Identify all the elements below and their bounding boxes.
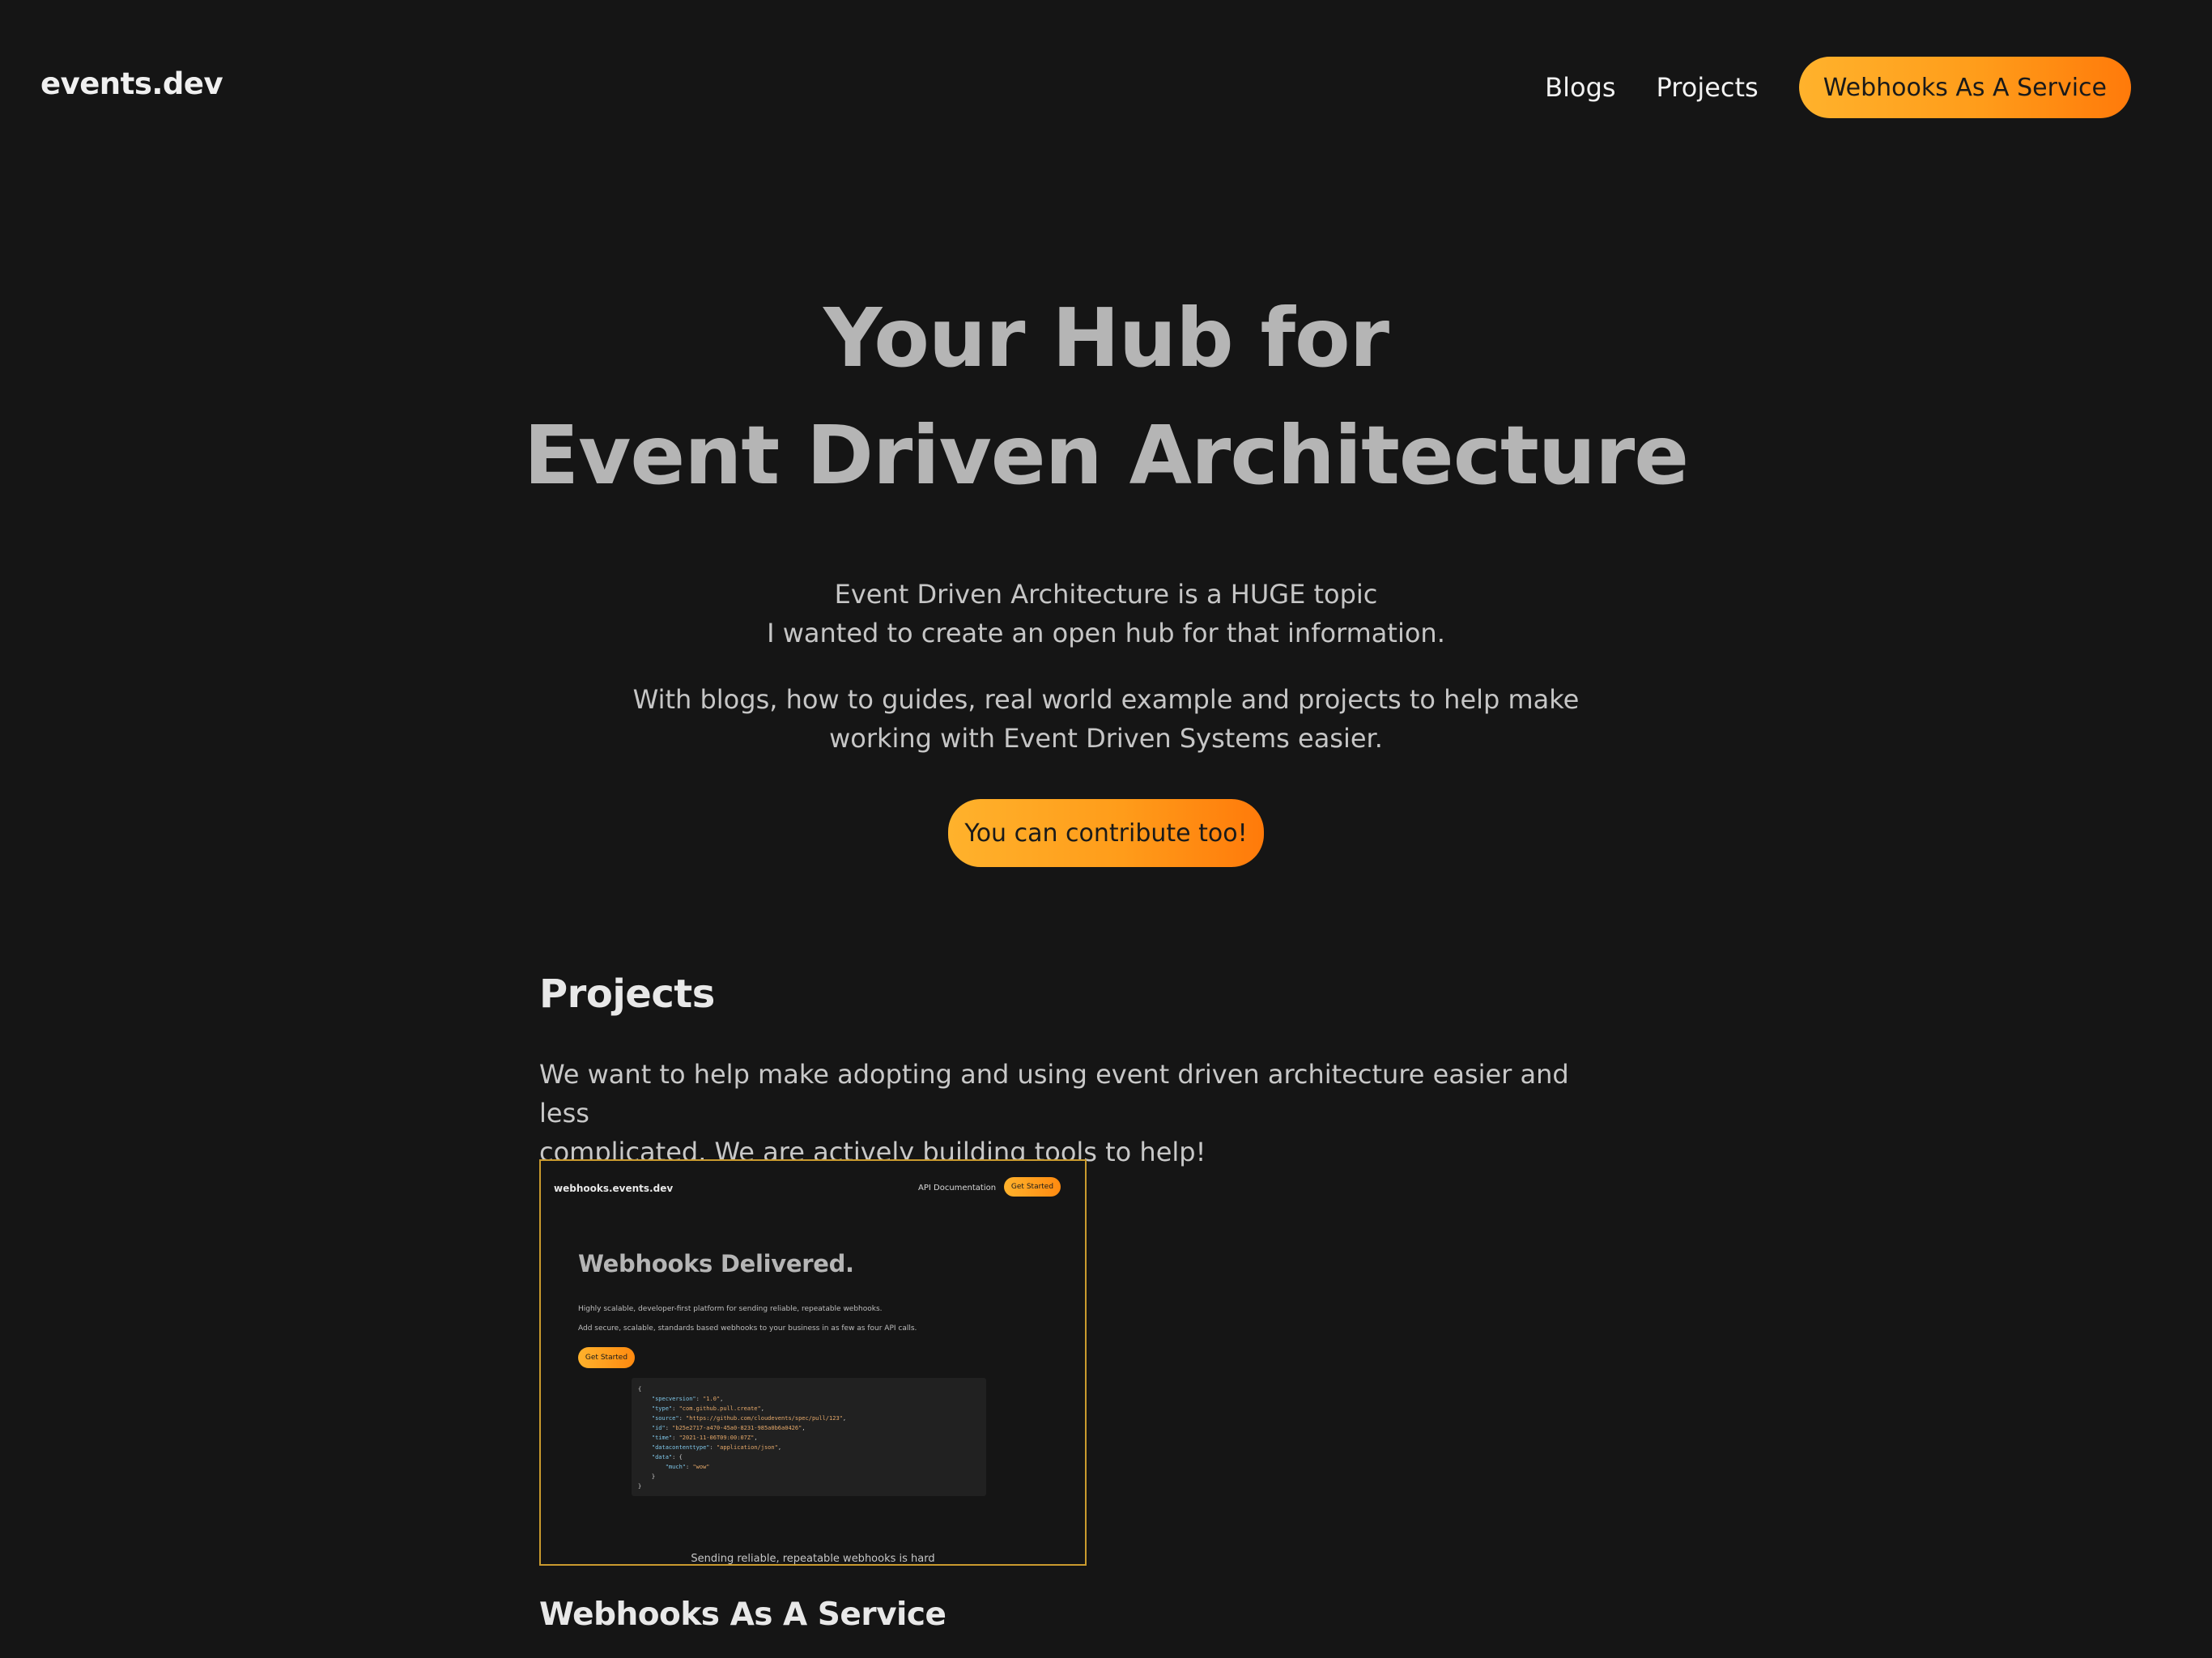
preview-get-started-button: Get Started bbox=[578, 1347, 635, 1368]
preview-footer-text: Sending reliable, repeatable webhooks is… bbox=[691, 1553, 935, 1565]
contribute-button[interactable]: You can contribute too! bbox=[948, 799, 1264, 867]
preview-text-2: Add secure, scalable, standards based we… bbox=[578, 1324, 917, 1333]
hero-title-line-1: Your Hub for bbox=[823, 291, 1389, 385]
projects-description-line-1: We want to help make adopting and using … bbox=[539, 1059, 1569, 1129]
hero-detail-line-1: With blogs, how to guides, real world ex… bbox=[632, 684, 1580, 715]
projects-description: We want to help make adopting and using … bbox=[539, 1055, 1624, 1171]
hero-detail-paragraph: With blogs, how to guides, real world ex… bbox=[0, 680, 2212, 758]
project-card-preview[interactable]: webhooks.events.dev API Documentation Ge… bbox=[539, 1159, 1087, 1566]
projects-heading: Projects bbox=[539, 971, 715, 1017]
preview-title: Webhooks Delivered. bbox=[578, 1250, 854, 1278]
hero-intro-line-1: Event Driven Architecture is a HUGE topi… bbox=[834, 579, 1378, 610]
preview-code-block: { "specversion": "1.0", "type": "com.git… bbox=[632, 1378, 986, 1496]
page: events.dev Blogs Projects Webhooks As A … bbox=[0, 0, 2212, 1658]
hero-intro-paragraph: Event Driven Architecture is a HUGE topi… bbox=[0, 575, 2212, 653]
webhooks-service-button[interactable]: Webhooks As A Service bbox=[1798, 57, 2131, 118]
hero-intro-line-2: I wanted to create an open hub for that … bbox=[767, 618, 1445, 648]
project-title-webhooks[interactable]: Webhooks As A Service bbox=[539, 1596, 946, 1633]
preview-text-1: Highly scalable, developer-first platfor… bbox=[578, 1305, 883, 1313]
preview-api-docs-link: API Documentation bbox=[918, 1184, 997, 1192]
preview-logo: webhooks.events.dev bbox=[554, 1183, 674, 1194]
site-logo[interactable]: events.dev bbox=[40, 66, 223, 101]
hero-detail-line-2: working with Event Driven Systems easier… bbox=[829, 723, 1383, 754]
preview-get-started-nav-button: Get Started bbox=[1004, 1177, 1061, 1197]
nav-link-projects[interactable]: Projects bbox=[1657, 72, 1759, 103]
hero-title-line-2: Event Driven Architecture bbox=[523, 408, 1689, 503]
main-nav: Blogs Projects Webhooks As A Service bbox=[1545, 57, 2131, 118]
nav-link-blogs[interactable]: Blogs bbox=[1545, 72, 1615, 103]
